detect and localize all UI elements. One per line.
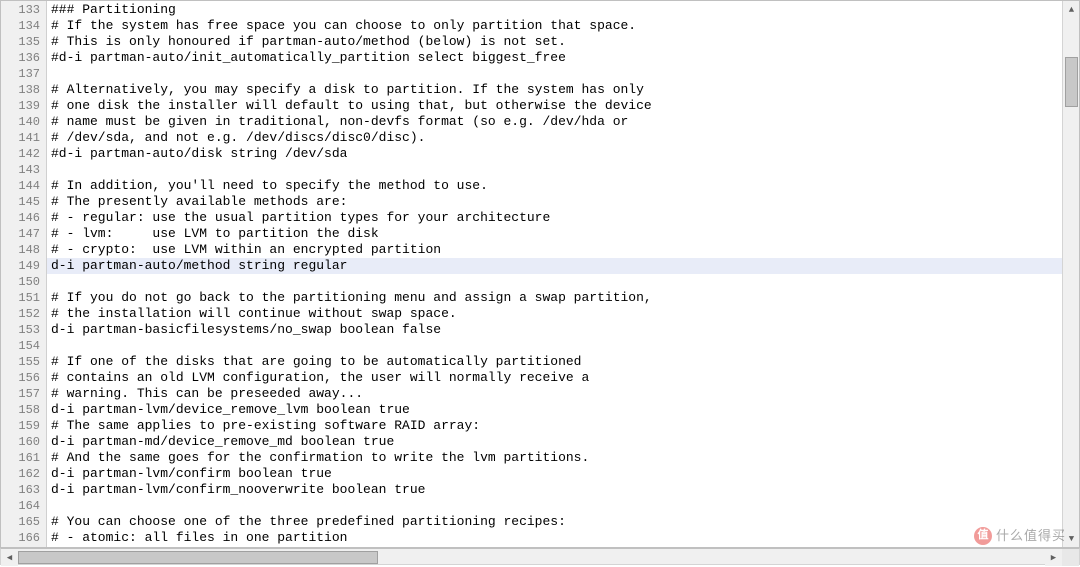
code-line[interactable] (47, 66, 1062, 82)
code-line[interactable]: # - crypto: use LVM within an encrypted … (47, 242, 1062, 258)
line-number: 140 (1, 114, 46, 130)
line-number: 164 (1, 498, 46, 514)
line-number: 157 (1, 386, 46, 402)
code-line[interactable]: d-i partman-lvm/confirm_nooverwrite bool… (47, 482, 1062, 498)
line-number: 134 (1, 18, 46, 34)
line-number: 150 (1, 274, 46, 290)
code-line[interactable]: # In addition, you'll need to specify th… (47, 178, 1062, 194)
code-line[interactable]: # one disk the installer will default to… (47, 98, 1062, 114)
line-number: 153 (1, 322, 46, 338)
code-line[interactable]: # Alternatively, you may specify a disk … (47, 82, 1062, 98)
code-line[interactable]: d-i partman-basicfilesystems/no_swap boo… (47, 322, 1062, 338)
code-line[interactable] (47, 338, 1062, 354)
code-line[interactable]: # If you do not go back to the partition… (47, 290, 1062, 306)
code-area[interactable]: ### Partitioning# If the system has free… (47, 1, 1062, 547)
code-line[interactable]: d-i partman-auto/method string regular (47, 258, 1062, 274)
code-line[interactable]: # - lvm: use LVM to partition the disk (47, 226, 1062, 242)
line-number: 148 (1, 242, 46, 258)
line-number: 142 (1, 146, 46, 162)
line-number: 145 (1, 194, 46, 210)
code-line[interactable]: # - atomic: all files in one partition (47, 530, 1062, 546)
code-line[interactable]: # The same applies to pre-existing softw… (47, 418, 1062, 434)
code-line[interactable]: ### Partitioning (47, 2, 1062, 18)
line-number: 143 (1, 162, 46, 178)
line-number: 133 (1, 2, 46, 18)
editor-container: 1331341351361371381391401411421431441451… (0, 0, 1080, 548)
line-number: 155 (1, 354, 46, 370)
scroll-up-arrow-icon[interactable]: ▲ (1063, 1, 1080, 18)
vertical-scrollbar[interactable]: ▲ ▼ (1062, 1, 1079, 547)
code-line[interactable]: d-i partman-lvm/confirm boolean true (47, 466, 1062, 482)
line-number: 146 (1, 210, 46, 226)
line-number: 138 (1, 82, 46, 98)
code-line[interactable]: # contains an old LVM configuration, the… (47, 370, 1062, 386)
scroll-left-arrow-icon[interactable]: ◀ (1, 549, 18, 566)
code-line[interactable]: # You can choose one of the three predef… (47, 514, 1062, 530)
scrollbar-corner (1062, 549, 1079, 566)
line-number: 141 (1, 130, 46, 146)
line-number: 161 (1, 450, 46, 466)
line-number: 159 (1, 418, 46, 434)
vertical-scroll-thumb[interactable] (1065, 57, 1078, 107)
scroll-down-arrow-icon[interactable]: ▼ (1063, 530, 1080, 547)
code-line[interactable]: #d-i partman-auto/init_automatically_par… (47, 50, 1062, 66)
line-number: 163 (1, 482, 46, 498)
line-number: 152 (1, 306, 46, 322)
line-number: 166 (1, 530, 46, 546)
code-line[interactable] (47, 162, 1062, 178)
code-line[interactable]: d-i partman-md/device_remove_md boolean … (47, 434, 1062, 450)
code-line[interactable]: # This is only honoured if partman-auto/… (47, 34, 1062, 50)
line-number: 147 (1, 226, 46, 242)
line-number: 137 (1, 66, 46, 82)
code-line[interactable]: # And the same goes for the confirmation… (47, 450, 1062, 466)
code-line[interactable]: # the installation will continue without… (47, 306, 1062, 322)
code-line[interactable]: d-i partman-lvm/device_remove_lvm boolea… (47, 402, 1062, 418)
line-number: 158 (1, 402, 46, 418)
line-number: 154 (1, 338, 46, 354)
scroll-right-arrow-icon[interactable]: ▶ (1045, 549, 1062, 566)
code-line[interactable]: # If one of the disks that are going to … (47, 354, 1062, 370)
line-number: 139 (1, 98, 46, 114)
horizontal-scroll-thumb[interactable] (18, 551, 378, 564)
code-line[interactable]: # /dev/sda, and not e.g. /dev/discs/disc… (47, 130, 1062, 146)
line-number: 149 (1, 258, 46, 274)
line-number: 165 (1, 514, 46, 530)
line-number: 151 (1, 290, 46, 306)
line-number-gutter: 1331341351361371381391401411421431441451… (1, 1, 47, 547)
line-number: 135 (1, 34, 46, 50)
code-line[interactable]: # - regular: use the usual partition typ… (47, 210, 1062, 226)
line-number: 144 (1, 178, 46, 194)
code-line[interactable]: # warning. This can be preseeded away... (47, 386, 1062, 402)
code-line[interactable] (47, 498, 1062, 514)
horizontal-scrollbar[interactable]: ◀ ▶ (0, 548, 1080, 565)
line-number: 160 (1, 434, 46, 450)
line-number: 156 (1, 370, 46, 386)
line-number: 162 (1, 466, 46, 482)
code-line[interactable]: # The presently available methods are: (47, 194, 1062, 210)
line-number: 136 (1, 50, 46, 66)
code-line[interactable]: # If the system has free space you can c… (47, 18, 1062, 34)
code-line[interactable]: #d-i partman-auto/disk string /dev/sda (47, 146, 1062, 162)
code-line[interactable] (47, 274, 1062, 290)
code-line[interactable]: # name must be given in traditional, non… (47, 114, 1062, 130)
